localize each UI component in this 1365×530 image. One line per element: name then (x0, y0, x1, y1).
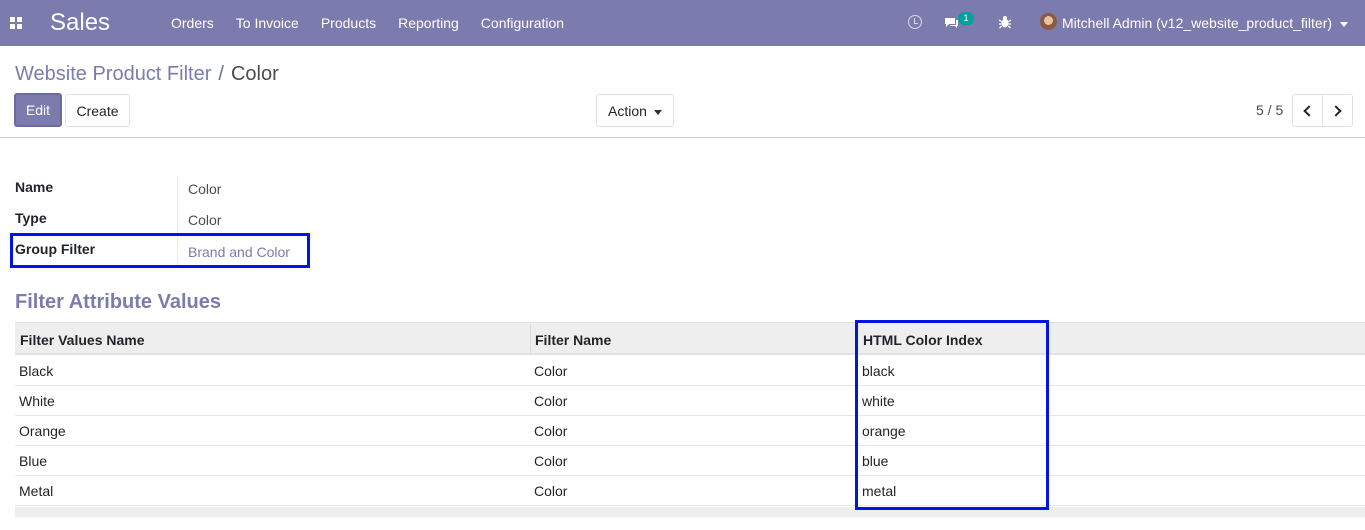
apps-menu-icon[interactable] (10, 17, 22, 29)
column-divider (530, 324, 531, 354)
name-field-value: Color (188, 181, 222, 197)
debug-bug-icon[interactable] (998, 15, 1012, 29)
action-label: Action (608, 103, 647, 119)
cell-filter-name: Color (534, 423, 568, 439)
pager-value[interactable]: 5 / 5 (1256, 101, 1283, 119)
table-row[interactable]: Black Color black (15, 356, 1365, 386)
user-avatar[interactable] (1040, 13, 1057, 30)
breadcrumb-current: Color (230, 63, 279, 85)
type-field-label: Type (15, 210, 47, 226)
cell-filter-value-name: Black (19, 363, 54, 379)
create-button[interactable]: Create (65, 94, 130, 127)
chevron-right-icon (1330, 105, 1342, 117)
cell-filter-value-name: Orange (19, 423, 66, 439)
group-filter-highlight-box (10, 233, 310, 268)
user-name-label: Mitchell Admin (v12_website_product_filt… (1062, 15, 1333, 31)
cell-filter-name: Color (534, 393, 568, 409)
breadcrumb: Website Product Filter / Color (15, 62, 279, 86)
name-field-label: Name (15, 179, 54, 195)
cell-filter-value-name: Metal (19, 483, 54, 499)
app-name[interactable]: Sales (50, 8, 110, 38)
color-index-highlight-box (855, 320, 1049, 510)
section-title: Filter Attribute Values (15, 291, 221, 313)
table-row[interactable]: Blue Color blue (15, 446, 1365, 476)
cell-filter-name: Color (534, 363, 568, 379)
menu-item-to-invoice[interactable]: To Invoice (236, 14, 299, 32)
menu-item-products[interactable]: Products (321, 14, 376, 32)
action-dropdown-button[interactable]: Action (596, 94, 674, 127)
table-row[interactable]: Metal Color metal (15, 476, 1365, 506)
user-menu[interactable]: Mitchell Admin (v12_website_product_filt… (1062, 14, 1349, 32)
activity-clock-icon[interactable] (908, 15, 922, 29)
pager-previous-button[interactable] (1292, 94, 1323, 127)
edit-button[interactable]: Edit (14, 93, 62, 127)
cell-filter-name: Color (534, 483, 568, 499)
chevron-down-icon (1340, 21, 1349, 27)
menu-item-reporting[interactable]: Reporting (398, 14, 459, 32)
top-navbar: Sales Orders To Invoice Products Reporti… (0, 0, 1365, 46)
chevron-left-icon (1303, 105, 1315, 117)
table-header: Filter Values Name Filter Name HTML Colo… (15, 322, 1365, 355)
cell-filter-value-name: White (19, 393, 55, 409)
main-menu: Orders To Invoice Products Reporting Con… (171, 14, 564, 32)
caret-down-icon (653, 109, 662, 115)
chat-count-badge: 1 (958, 12, 974, 25)
table-row[interactable]: Orange Color orange (15, 416, 1365, 446)
chat-icon[interactable] (944, 16, 959, 28)
table-footer (15, 507, 1365, 517)
column-header-filter-values-name[interactable]: Filter Values Name (20, 331, 145, 349)
table-row[interactable]: White Color white (15, 386, 1365, 416)
cell-filter-name: Color (534, 453, 568, 469)
control-panel-divider (0, 137, 1365, 138)
menu-item-configuration[interactable]: Configuration (481, 14, 564, 32)
type-field-value: Color (188, 212, 222, 228)
cell-filter-value-name: Blue (19, 453, 48, 469)
pager-next-button[interactable] (1322, 94, 1353, 127)
menu-item-orders[interactable]: Orders (171, 14, 214, 32)
breadcrumb-parent-link[interactable]: Website Product Filter (15, 63, 211, 85)
column-header-filter-name[interactable]: Filter Name (535, 331, 611, 349)
breadcrumb-separator: / (218, 63, 224, 85)
